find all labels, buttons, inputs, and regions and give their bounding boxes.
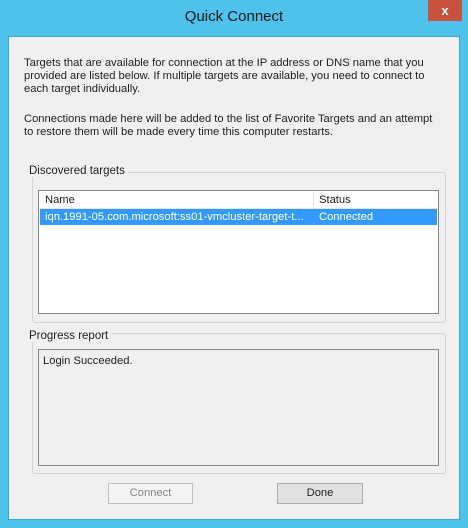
close-button[interactable]: x: [428, 0, 462, 21]
window-title: Quick Connect: [184, 8, 284, 25]
column-header-name[interactable]: Name: [45, 194, 75, 206]
intro-paragraph-1: Targets that are available for connectio…: [24, 57, 425, 95]
column-divider[interactable]: [313, 191, 314, 208]
progress-report-box: Login Succeeded.: [38, 349, 439, 466]
targets-list[interactable]: Name Status iqn.1991-05.com.microsoft:ss…: [38, 190, 439, 314]
connect-button[interactable]: Connect: [108, 483, 193, 504]
discovered-targets-label: Discovered targets: [26, 165, 128, 177]
target-row[interactable]: iqn.1991-05.com.microsoft:ss01-vmcluster…: [40, 209, 437, 225]
intro-paragraph-2: Connections made here will be added to t…: [24, 113, 433, 138]
done-button[interactable]: Done: [277, 483, 363, 504]
target-status: Connected: [319, 211, 374, 223]
quick-connect-window: Quick Connect x Targets that are availab…: [0, 0, 468, 528]
title-bar[interactable]: Quick Connect x: [0, 0, 468, 36]
column-header-status[interactable]: Status: [319, 194, 351, 206]
progress-message: Login Succeeded.: [43, 355, 133, 367]
progress-report-label: Progress report: [26, 330, 112, 342]
list-header: Name Status: [39, 191, 438, 209]
target-name: iqn.1991-05.com.microsoft:ss01-vmcluster…: [45, 211, 304, 223]
